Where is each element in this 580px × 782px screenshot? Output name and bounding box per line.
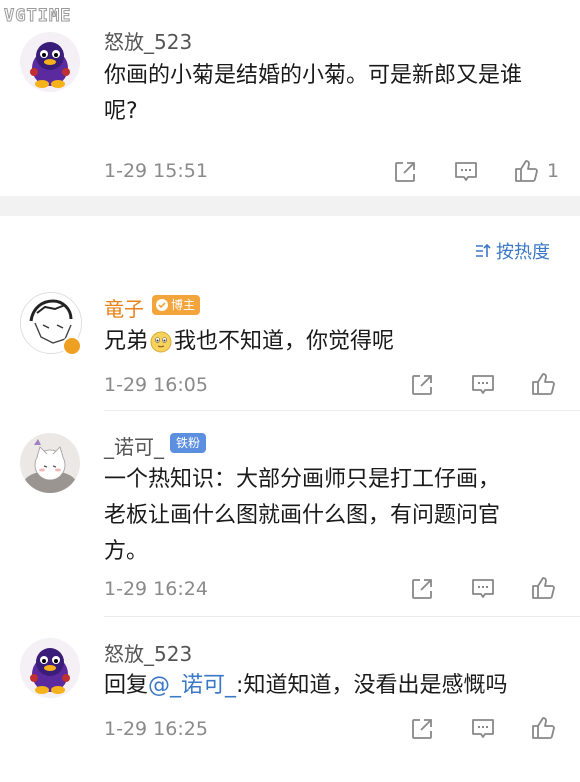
reply-text-body: 我也不知道，你觉得呢 — [174, 329, 395, 354]
row-divider — [104, 410, 580, 411]
share-icon[interactable] — [409, 576, 435, 602]
comment-icon[interactable] — [470, 716, 496, 742]
reply-text-line3: 方。 — [104, 539, 149, 564]
comment-icon[interactable] — [453, 159, 479, 185]
like-icon[interactable] — [530, 575, 556, 601]
reply-username[interactable]: 竜子 — [104, 293, 144, 322]
reply-prefix: 回复 — [104, 673, 149, 698]
reply-text: 兄弟 我也不知道，你觉得呢 — [104, 324, 394, 360]
comment-username[interactable]: 怒放_523 — [104, 26, 192, 55]
avatar-white-cat-icon — [20, 433, 80, 493]
sort-label: 按热度 — [496, 242, 550, 263]
comment-timestamp: 1-29 15:51 — [104, 160, 208, 182]
reply-text-body: :知道知道，没看出是感慨吗 — [236, 673, 508, 698]
fan-badge: 铁粉 — [170, 433, 207, 453]
comment-text-line2: 呢? — [104, 99, 138, 124]
share-icon[interactable] — [392, 159, 418, 185]
row-divider — [104, 616, 580, 617]
like-icon[interactable] — [530, 371, 556, 397]
reply-timestamp: 1-29 16:25 — [104, 718, 208, 740]
verified-badge-icon — [62, 336, 82, 356]
reply-text-prefix: 兄弟 — [104, 329, 149, 354]
blogger-badge: 博主 — [152, 295, 201, 315]
comment-icon[interactable] — [470, 372, 496, 398]
blogger-badge-icon — [156, 299, 168, 311]
sort-icon — [476, 243, 491, 257]
like-count: 1 — [547, 160, 560, 182]
avatar[interactable] — [20, 433, 80, 493]
sort-button[interactable]: 按热度 — [474, 238, 550, 264]
like-icon[interactable] — [513, 158, 539, 184]
comment-icon[interactable] — [470, 576, 496, 602]
avatar-purple-penguin-icon — [20, 638, 80, 698]
reply-username[interactable]: _诺可_ — [104, 431, 164, 460]
reply-timestamp: 1-29 16:05 — [104, 374, 208, 396]
watermark-logo: VGTIME — [3, 6, 72, 27]
share-icon[interactable] — [409, 716, 435, 742]
reply-timestamp: 1-29 16:24 — [104, 578, 208, 600]
comment-text-line1: 你画的小菊是结婚的小菊。可是新郎又是谁 — [104, 63, 523, 88]
reply-text-line2: 老板让画什么图就画什么图，有问题问官 — [104, 503, 501, 528]
section-separator — [0, 196, 580, 216]
share-icon[interactable] — [409, 372, 435, 398]
avatar[interactable] — [20, 32, 80, 92]
emoji-shy-icon — [150, 331, 172, 353]
reply-username[interactable]: 怒放_523 — [104, 638, 192, 667]
reply-text: 回复@_诺可_:知道知道，没看出是感慨吗 — [104, 668, 507, 704]
like-icon[interactable] — [530, 715, 556, 741]
mention-link[interactable]: @_诺可_ — [148, 673, 236, 698]
avatar-purple-penguin-icon — [20, 32, 80, 92]
reply-text-line1: 一个热知识：大部分画师只是打工仔画， — [104, 467, 501, 492]
avatar[interactable] — [20, 638, 80, 698]
